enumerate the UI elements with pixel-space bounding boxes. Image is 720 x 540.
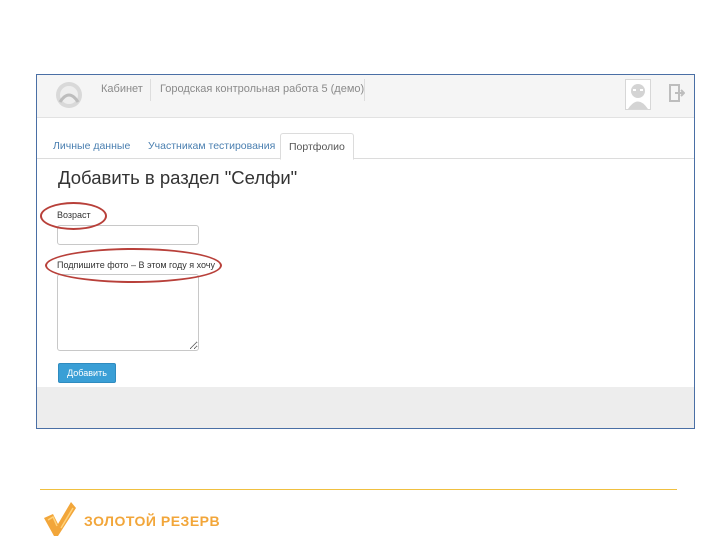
golden-reserve-checkmark-icon [44,502,76,536]
tab-personal-data[interactable]: Личные данные [45,133,138,159]
tab-participants[interactable]: Участникам тестирования [140,133,283,159]
site-logo-icon[interactable] [54,80,84,110]
age-highlight-ellipse [40,202,107,230]
add-button[interactable]: Добавить [58,363,116,383]
nav-divider [150,79,151,101]
nav-divider [364,79,365,101]
logout-icon[interactable] [669,84,685,102]
caption-highlight-ellipse [45,248,222,283]
footer-brand-name: ЗОЛОТОЙ РЕЗЕРВ [84,513,221,529]
tab-portfolio[interactable]: Портфолио [280,133,354,160]
user-silhouette-icon [628,84,648,109]
page-title: Добавить в раздел "Селфи" [58,167,298,188]
app-screenshot: Кабинет Городская контрольная работа 5 (… [36,74,695,429]
footer-divider [40,489,677,490]
tab-bar: Личные данные Участникам тестирования По… [37,133,694,160]
nav-test-link[interactable]: Городская контрольная работа 5 (демо) [160,83,364,95]
top-bar: Кабинет Городская контрольная работа 5 (… [37,75,694,118]
caption-textarea[interactable] [57,274,199,351]
nav-cabinet-link[interactable]: Кабинет [101,83,143,95]
avatar[interactable] [625,79,651,110]
